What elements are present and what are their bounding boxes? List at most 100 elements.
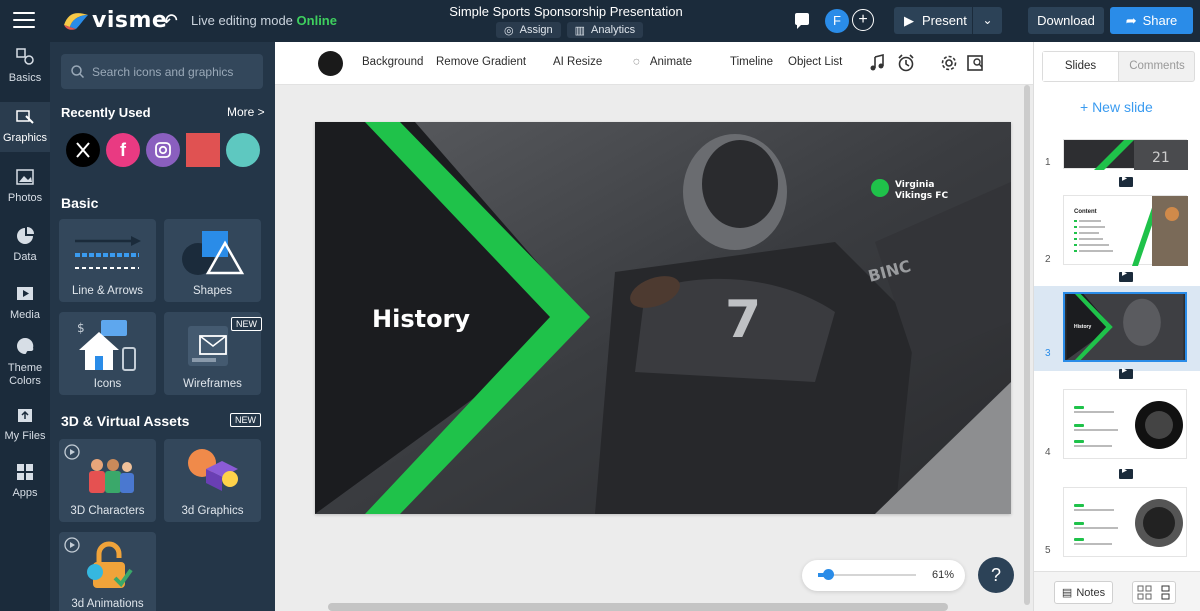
transition-icon[interactable]	[1119, 268, 1133, 282]
camera-glyph-icon	[155, 142, 171, 158]
timeline-button[interactable]: Timeline	[730, 56, 773, 68]
zoom-slider-handle[interactable]	[822, 569, 834, 580]
red-square-shape[interactable]	[186, 133, 220, 167]
slide-thumbnail-selected[interactable]: History	[1063, 292, 1187, 362]
remove-gradient-button[interactable]: Remove Gradient	[436, 56, 526, 68]
thumb-number: 4	[1045, 447, 1051, 458]
animate-button[interactable]: ◌ Animate	[633, 56, 692, 68]
tab-slides[interactable]: Slides	[1043, 52, 1119, 81]
teal-circle-shape[interactable]	[226, 133, 260, 167]
avatar[interactable]: F	[825, 9, 849, 33]
rail-label: Data	[13, 251, 37, 263]
3d-animations-tile[interactable]: 3d Animations	[59, 532, 156, 611]
line-arrows-tile[interactable]: Line & Arrows	[59, 219, 156, 302]
instagram-logo-icon[interactable]	[146, 133, 180, 167]
slide-thumb-row-1[interactable]: 1 21	[1034, 137, 1200, 192]
help-button[interactable]: ?	[978, 557, 1014, 593]
animate-label: Animate	[649, 56, 693, 68]
brand-line-2: Vikings FC	[895, 191, 949, 201]
more-link[interactable]: More >	[227, 105, 265, 119]
assign-button[interactable]: ◎ Assign	[496, 22, 561, 38]
rail-item-theme-colors[interactable]: Theme Colors	[0, 337, 50, 387]
rail-label: Apps	[12, 487, 38, 499]
rail-item-photos[interactable]: Photos	[0, 168, 50, 208]
transition-icon[interactable]	[1119, 173, 1133, 187]
slide-canvas[interactable]: 7 BINC History Virginia Vikings FC	[315, 122, 1011, 514]
notes-button[interactable]: ▤ Notes	[1054, 581, 1113, 604]
zoom-value[interactable]: 61%	[932, 569, 954, 581]
thumb-number: 5	[1045, 545, 1051, 556]
thumb-number: 3	[1045, 348, 1051, 359]
canvas-area: 7 BINC History Virginia Vikings FC 61% ?	[275, 85, 1033, 611]
panel-tabs: Slides Comments	[1042, 51, 1195, 82]
new-slide-button[interactable]: + New slide	[1080, 99, 1153, 115]
tile-label: 3d Animations	[71, 598, 144, 610]
slide-thumb-row-3[interactable]: 3 History	[1034, 286, 1200, 379]
facebook-logo-icon[interactable]: f	[106, 133, 140, 167]
arrow-icon	[75, 236, 141, 269]
transition-icon[interactable]	[1119, 365, 1133, 379]
rail-item-apps[interactable]: Apps	[0, 463, 50, 503]
3d-characters-tile[interactable]: 3D Characters	[59, 439, 156, 522]
thumb-graphic	[1074, 401, 1183, 449]
play-icon: ▶	[904, 12, 914, 28]
search-input[interactable]: Search icons and graphics	[61, 54, 263, 89]
background-button[interactable]: Background	[362, 56, 423, 68]
background-color-swatch[interactable]	[318, 51, 343, 76]
list-view-icon[interactable]	[1158, 585, 1173, 600]
slide-thumbnail[interactable]: 21	[1063, 139, 1188, 170]
rail-item-basics[interactable]: Basics	[0, 48, 50, 94]
x-logo-icon[interactable]	[66, 133, 100, 167]
analytics-icon: ▥	[574, 24, 586, 37]
svg-text:7: 7	[725, 290, 761, 350]
rail-item-media[interactable]: Media	[0, 285, 50, 325]
shapes-tile[interactable]: Shapes	[164, 219, 261, 302]
image-icon	[16, 169, 34, 185]
comments-icon[interactable]	[795, 13, 809, 29]
image-search-icon[interactable]	[967, 54, 985, 72]
rail-item-data[interactable]: Data	[0, 227, 50, 267]
object-list-button[interactable]: Object List	[788, 56, 842, 68]
present-button[interactable]: ▶ Present	[894, 7, 972, 34]
download-button[interactable]: Download	[1028, 7, 1104, 34]
slide-brand-text[interactable]: Virginia Vikings FC	[895, 180, 948, 202]
thumb-heading: History	[1074, 324, 1092, 330]
slide-thumb-row-5[interactable]: 5	[1034, 477, 1200, 572]
shapes-icon	[16, 48, 34, 65]
slide-thumbnail[interactable]: Content	[1063, 195, 1188, 266]
notes-label: Notes	[1076, 586, 1106, 599]
thumb-graphic	[1074, 196, 1188, 266]
slide-thumb-row-4[interactable]: 4	[1034, 379, 1200, 479]
horizontal-scrollbar[interactable]	[328, 603, 948, 611]
music-icon[interactable]	[868, 54, 886, 72]
slide-title[interactable]: History	[372, 305, 470, 333]
rail-item-graphics[interactable]: Graphics	[0, 102, 50, 152]
brand-line-1: Virginia	[895, 180, 935, 190]
slide-thumbnail[interactable]	[1063, 389, 1187, 459]
vertical-scrollbar[interactable]	[1024, 85, 1030, 605]
grid-view-icon[interactable]	[1137, 585, 1152, 600]
add-collaborator-icon[interactable]: +	[852, 9, 874, 31]
assign-label: Assign	[519, 24, 553, 36]
wireframes-tile[interactable]: NEW Wireframes	[164, 312, 262, 395]
present-options-chevron-icon[interactable]: ⌄	[973, 7, 1002, 34]
share-button[interactable]: ➦ Share	[1110, 7, 1193, 34]
tab-comments[interactable]: Comments	[1119, 52, 1195, 81]
search-placeholder: Search icons and graphics	[92, 64, 234, 79]
present-label: Present	[922, 13, 967, 28]
ai-resize-button[interactable]: AI Resize	[553, 56, 602, 68]
slide-thumbnail[interactable]	[1063, 487, 1187, 557]
icons-tile[interactable]: $ Icons	[59, 312, 156, 395]
3d-shapes-icon	[188, 449, 238, 491]
tile-label: Line & Arrows	[72, 285, 143, 297]
rail-item-my-files[interactable]: My Files	[0, 406, 50, 446]
slide-thumb-row-2[interactable]: 2 Content	[1034, 192, 1200, 286]
padlock-icon	[87, 541, 133, 588]
3d-graphics-tile[interactable]: 3d Graphics	[164, 439, 261, 522]
alarm-clock-icon[interactable]	[897, 54, 915, 72]
thumb-number: 1	[1045, 157, 1051, 168]
analytics-button[interactable]: ▥ Analytics	[566, 22, 644, 38]
graphics-panel: Search icons and graphics Recently Used …	[50, 42, 275, 611]
play-circle-icon	[64, 537, 80, 553]
settings-gear-icon[interactable]	[940, 54, 958, 72]
